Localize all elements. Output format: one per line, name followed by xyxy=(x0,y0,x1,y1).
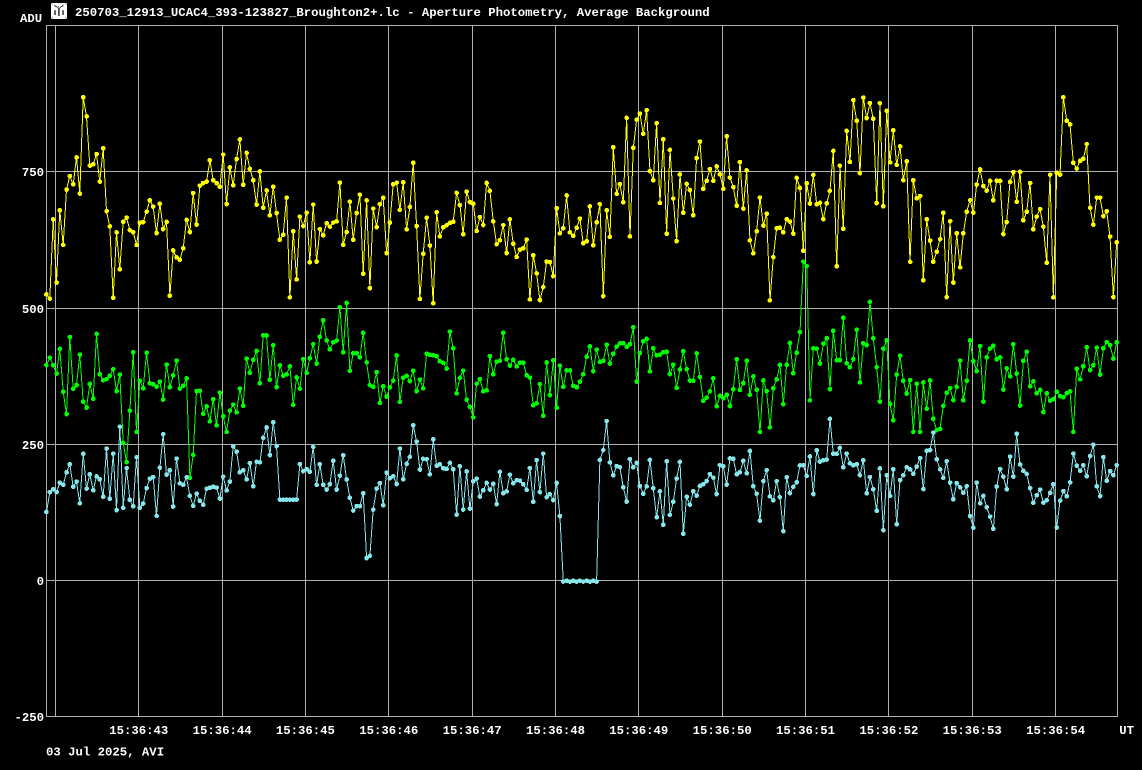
svg-text:15:36:47: 15:36:47 xyxy=(443,724,502,738)
svg-text:250703_12913_UCAC4_393-123827_: 250703_12913_UCAC4_393-123827_Broughton2… xyxy=(75,6,710,20)
svg-text:15:36:45: 15:36:45 xyxy=(276,724,335,738)
svg-text:500: 500 xyxy=(22,303,44,317)
svg-text:15:36:43: 15:36:43 xyxy=(109,724,168,738)
svg-text:-250: -250 xyxy=(14,711,44,725)
svg-text:250: 250 xyxy=(22,439,44,453)
svg-text:03 Jul 2025, AVI: 03 Jul 2025, AVI xyxy=(46,746,164,760)
svg-text:15:36:50: 15:36:50 xyxy=(693,724,752,738)
svg-text:0: 0 xyxy=(37,575,44,589)
svg-text:750: 750 xyxy=(22,166,44,180)
svg-text:15:36:54: 15:36:54 xyxy=(1026,724,1086,738)
svg-text:15:36:49: 15:36:49 xyxy=(609,724,668,738)
svg-text:ADU: ADU xyxy=(20,12,42,26)
svg-text:15:36:52: 15:36:52 xyxy=(859,724,918,738)
svg-text:UT: UT xyxy=(1119,724,1134,738)
svg-text:15:36:44: 15:36:44 xyxy=(193,724,253,738)
svg-text:15:36:46: 15:36:46 xyxy=(359,724,418,738)
svg-text:15:36:51: 15:36:51 xyxy=(776,724,835,738)
svg-text:15:36:53: 15:36:53 xyxy=(943,724,1002,738)
svg-text:15:36:48: 15:36:48 xyxy=(526,724,585,738)
